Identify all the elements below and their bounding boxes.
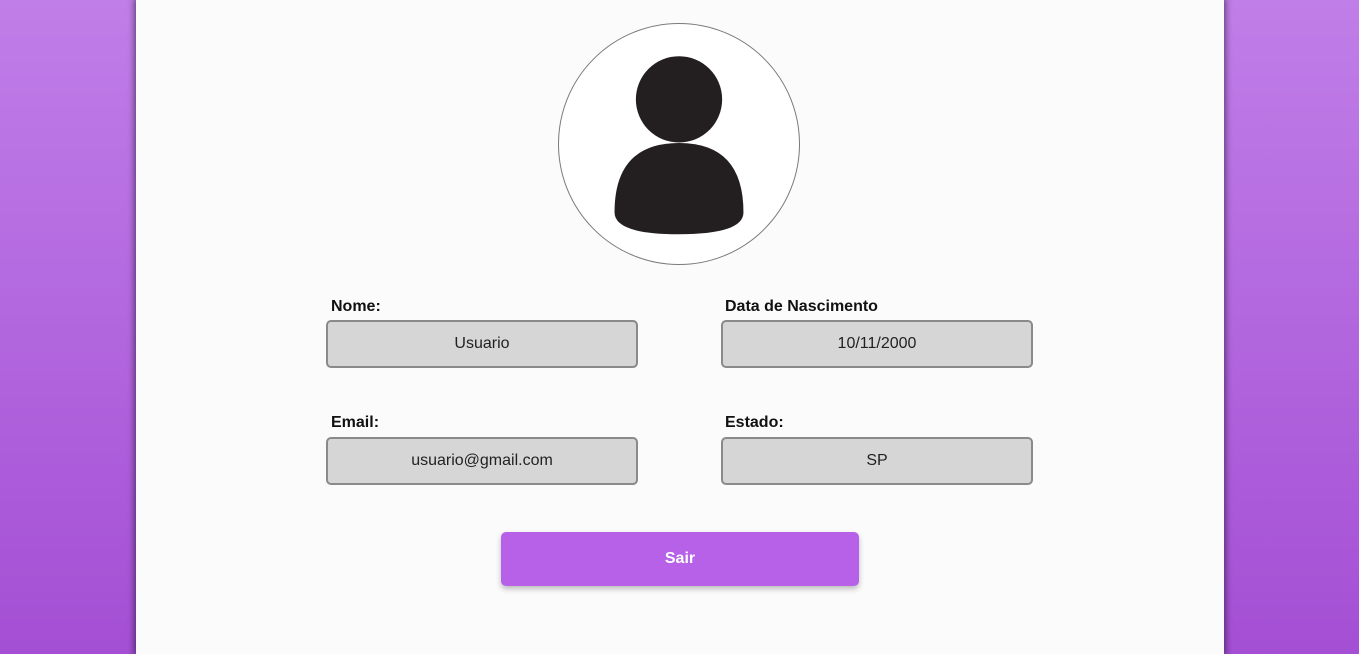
estado-label: Estado: [725, 414, 784, 431]
data-nascimento-field[interactable]: 10/11/2000 [721, 320, 1033, 368]
logout-button[interactable]: Sair [501, 532, 859, 586]
email-field[interactable]: usuario@gmail.com [326, 437, 638, 485]
data-nascimento-label: Data de Nascimento [725, 298, 878, 315]
nome-label: Nome: [331, 298, 381, 315]
user-silhouette-icon [614, 56, 744, 235]
avatar [558, 23, 800, 265]
profile-panel: Nome: Usuario Data de Nascimento 10/11/2… [136, 0, 1224, 654]
email-label: Email: [331, 414, 380, 431]
nome-field[interactable]: Usuario [326, 320, 638, 368]
estado-field[interactable]: SP [721, 437, 1033, 485]
